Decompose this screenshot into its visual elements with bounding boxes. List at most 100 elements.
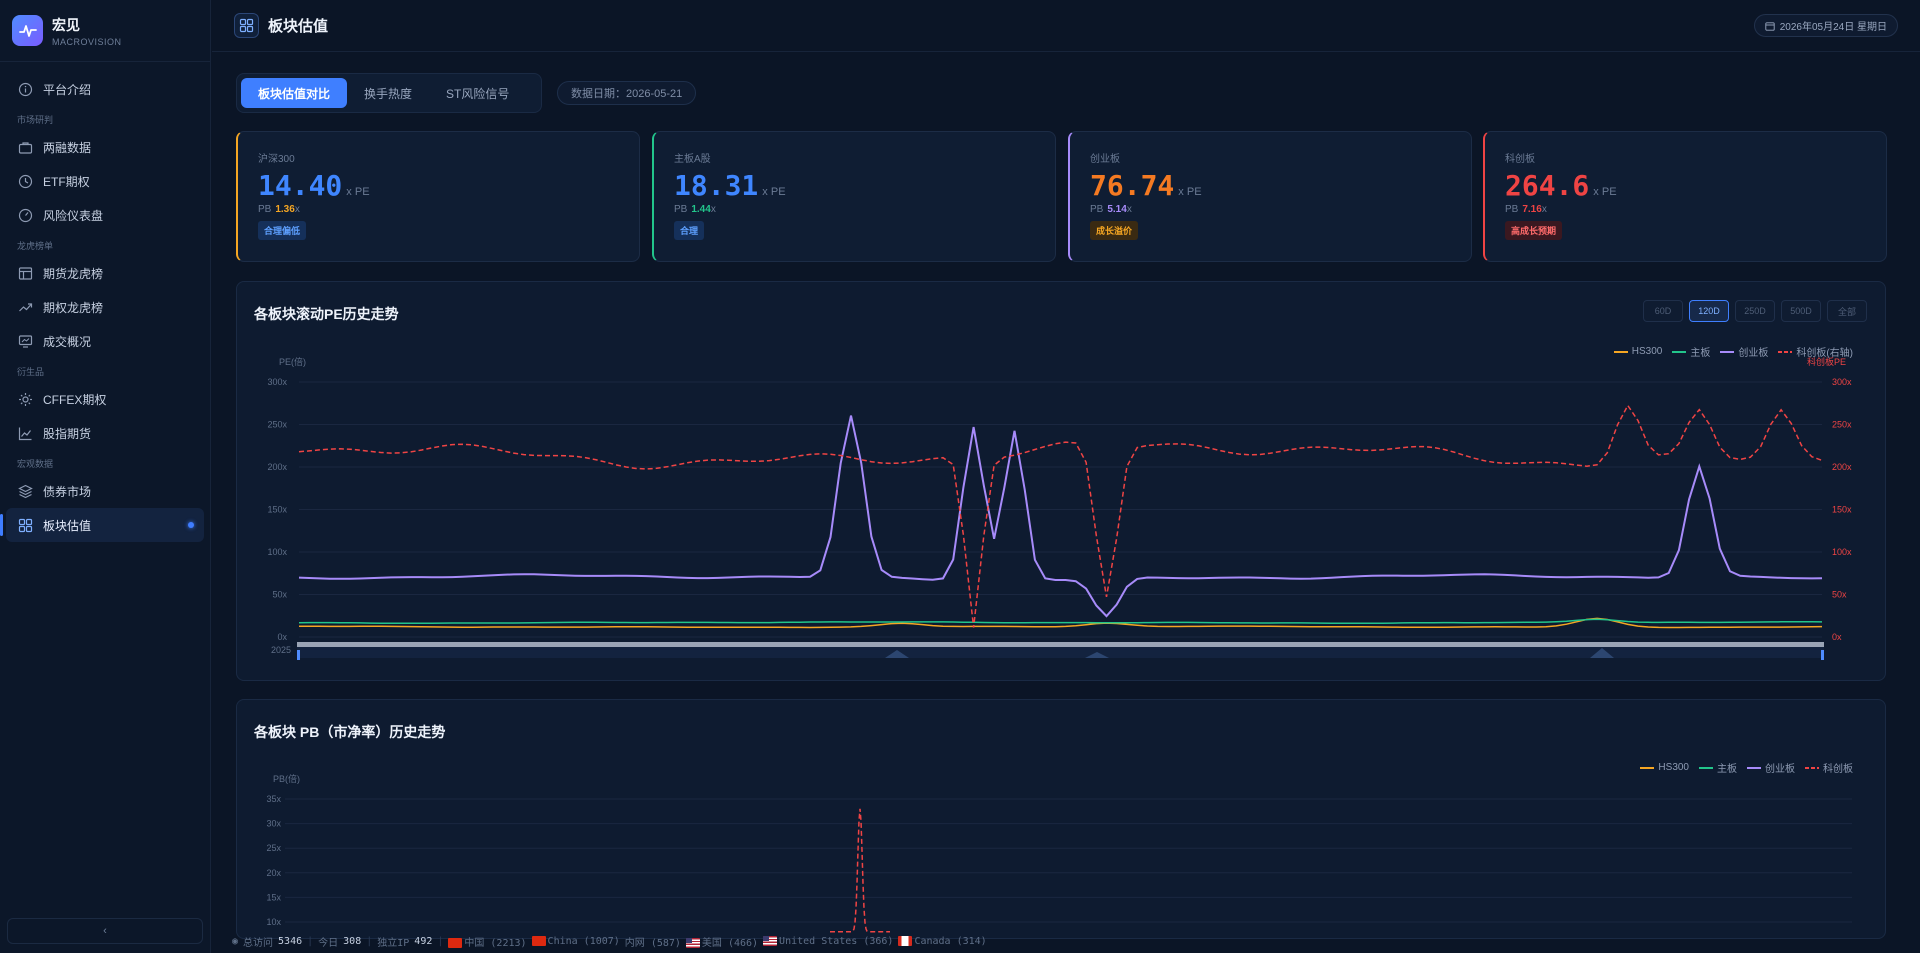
card-pe-value: 264.6 (1505, 169, 1590, 202)
x-axis-start-label: 2025 (271, 645, 291, 655)
y-axis-tick-label: 30x (266, 819, 281, 829)
valuation-card-gem: 创业板 76.74 x PE PB 5.14x 成长溢价 (1068, 131, 1472, 262)
sidebar-item-label: 期权龙虎榜 (43, 300, 104, 315)
country-count: China (1007) (547, 936, 620, 947)
country-item: China (1007) (531, 936, 620, 947)
sidebar-item-label: ETF期权 (43, 174, 90, 189)
sidebar-item-cffex[interactable]: CFFEX期权 (0, 382, 210, 416)
sidebar-item-futures-rank[interactable]: 期货龙虎榜 (0, 256, 210, 290)
sidebar-item-etf[interactable]: ETF期权 (0, 164, 210, 198)
china-flag-icon (448, 938, 463, 948)
data-date-badge: 数据日期：2026-05-21 (557, 81, 697, 105)
divider: | (366, 936, 373, 947)
sidebar-item-label: 两融数据 (43, 140, 92, 155)
sidebar-item-intro[interactable]: 平台介绍 (0, 72, 210, 106)
us-flag-icon (685, 938, 700, 948)
pb-chart-panel: 各板块 PB（市净率）历史走势 HS300 主板 创业板 科创板 10x 15x 2… (236, 699, 1886, 939)
sidebar-item-label: 期货龙虎榜 (43, 266, 104, 281)
country-count: Canada (314) (914, 936, 987, 947)
country-item: Canada (314) (898, 936, 987, 947)
page-header: 板块估值 2026年05月24日 星期日 (212, 0, 1920, 52)
sidebar-nav: 平台介绍 市场研判 两融数据 ETF期权 风险仪表盘 龙虎榜单 期货龙虎榜 期权… (0, 62, 210, 542)
total-visits-label: 总访问 (243, 938, 274, 949)
country-count: 美国 (466) (701, 938, 759, 949)
brand-name: 宏见 (52, 16, 80, 33)
valuation-tag: 成长溢价 (1090, 221, 1139, 240)
country-count: United States (366) (779, 936, 894, 947)
card-pb-unit: x (710, 204, 716, 215)
monitor-icon (18, 334, 33, 349)
y-axis-tick-label: 20x (266, 868, 281, 878)
sidebar-item-margin[interactable]: 两融数据 (0, 130, 210, 164)
grid-icon (234, 13, 259, 38)
valuation-card-hs300: 沪深300 14.40 x PE PB 1.36x 合理偏低 (236, 131, 640, 262)
sidebar-item-valuation[interactable]: 板块估值 (0, 508, 204, 542)
view-tabs: 板块估值对比 换手热度 ST风险信号 (236, 73, 542, 113)
current-date-badge: 2026年05月24日 星期日 (1753, 14, 1898, 37)
country-item: United States (366) (763, 936, 893, 947)
series-line-gem (298, 415, 1823, 618)
canada-flag-icon (898, 936, 913, 946)
today-visits-value: 308 (343, 936, 362, 947)
y-axis-tick-label: 150x (267, 505, 287, 515)
brand[interactable]: 宏见 MACROVISION (0, 0, 210, 62)
table-icon (18, 266, 33, 281)
brand-subtitle: MACROVISION (52, 36, 122, 47)
y-axis-tick-label: 35x (266, 794, 281, 804)
sidebar-item-index-futures[interactable]: 股指期货 (0, 416, 210, 450)
chevron-left-icon: ‹ (103, 925, 107, 937)
sidebar-item-risk[interactable]: 风险仪表盘 (0, 198, 210, 232)
sidebar-item-bond[interactable]: 债券市场 (0, 474, 210, 508)
current-date-text: 2026年05月24日 星期日 (1779, 22, 1887, 33)
card-pb-label: PB (674, 204, 688, 215)
valuation-tag: 合理偏低 (258, 221, 307, 240)
briefcase-icon (18, 140, 33, 155)
card-pe-value: 76.74 (1090, 169, 1175, 202)
sidebar-item-label: 平台介绍 (43, 82, 92, 97)
tab-st-risk[interactable]: ST风险信号 (429, 78, 526, 108)
visitor-stats-footer: ◉ 总访问 5346 | 今日 308 | 独立IP 492 | 中国 (2213) … (232, 930, 1920, 953)
card-pb-label: PB (1090, 204, 1104, 215)
sidebar: 宏见 MACROVISION 平台介绍 市场研判 两融数据 ETF期权 风险仪表… (0, 0, 211, 953)
valuation-tag: 合理 (674, 221, 705, 240)
tab-turnover-heat[interactable]: 换手热度 (347, 78, 429, 108)
valuation-card-star: 科创板 264.6 x PE PB 7.16x 高成长预期 (1483, 131, 1887, 262)
country-item: 内网 (587) (625, 934, 681, 949)
unique-ip-label: 独立IP (377, 938, 410, 949)
card-pe-value: 14.40 (258, 169, 343, 202)
collapse-sidebar-button[interactable]: ‹ (7, 918, 203, 944)
pe-chart[interactable]: 0x 0x 50x 50x 100x 100x 150x 150x 200x 200x 250x 25… (237, 282, 1887, 682)
pb-chart[interactable]: 10x 15x 20x 25x 30x 35x PB(倍) (237, 700, 1887, 940)
card-label: 科创板 (1505, 154, 1535, 165)
card-pb-label: PB (258, 204, 272, 215)
y2-axis-label: 科创板PE (1807, 356, 1846, 367)
card-pe-unit: x PE (762, 186, 786, 198)
sun-icon (18, 392, 33, 407)
unique-ip-value: 492 (414, 936, 433, 947)
china-flag-icon (531, 936, 546, 946)
active-indicator-dot (188, 522, 194, 528)
line-chart-icon (18, 426, 33, 441)
y-axis-tick-label: 100x (267, 547, 287, 557)
nav-group-label: 宏观数据 (17, 459, 54, 469)
series-line-main (298, 618, 1823, 625)
country-count: 中国 (2213) (464, 938, 527, 949)
card-pe-unit: x PE (1178, 186, 1202, 198)
valuation-tag: 高成长预期 (1505, 221, 1563, 240)
zoom-slider-left-handle (297, 650, 300, 660)
tab-valuation-compare[interactable]: 板块估值对比 (241, 78, 348, 108)
zoom-slider-right-handle (1821, 650, 1824, 660)
sidebar-item-volume[interactable]: 成交概况 (0, 324, 210, 358)
card-label: 沪深300 (258, 154, 295, 165)
y2-axis-tick-label: 150x (1832, 505, 1852, 515)
pe-chart-panel: 各板块滚动PE历史走势 60D 120D 250D 500D 全部 HS300 … (236, 281, 1886, 681)
sidebar-item-options-rank[interactable]: 期权龙虎榜 (0, 290, 210, 324)
y-axis-tick-label: 15x (266, 892, 281, 902)
card-pb-value: 5.14 (1107, 204, 1127, 215)
y-axis-label: PE(倍) (279, 356, 306, 367)
valuation-card-main-board: 主板A股 18.31 x PE PB 1.44x 合理 (652, 131, 1056, 262)
trend-up-icon (18, 300, 33, 315)
nav-group-label: 龙虎榜单 (17, 241, 54, 251)
y2-axis-tick-label: 250x (1832, 420, 1852, 430)
card-pb-unit: x (1126, 204, 1132, 215)
